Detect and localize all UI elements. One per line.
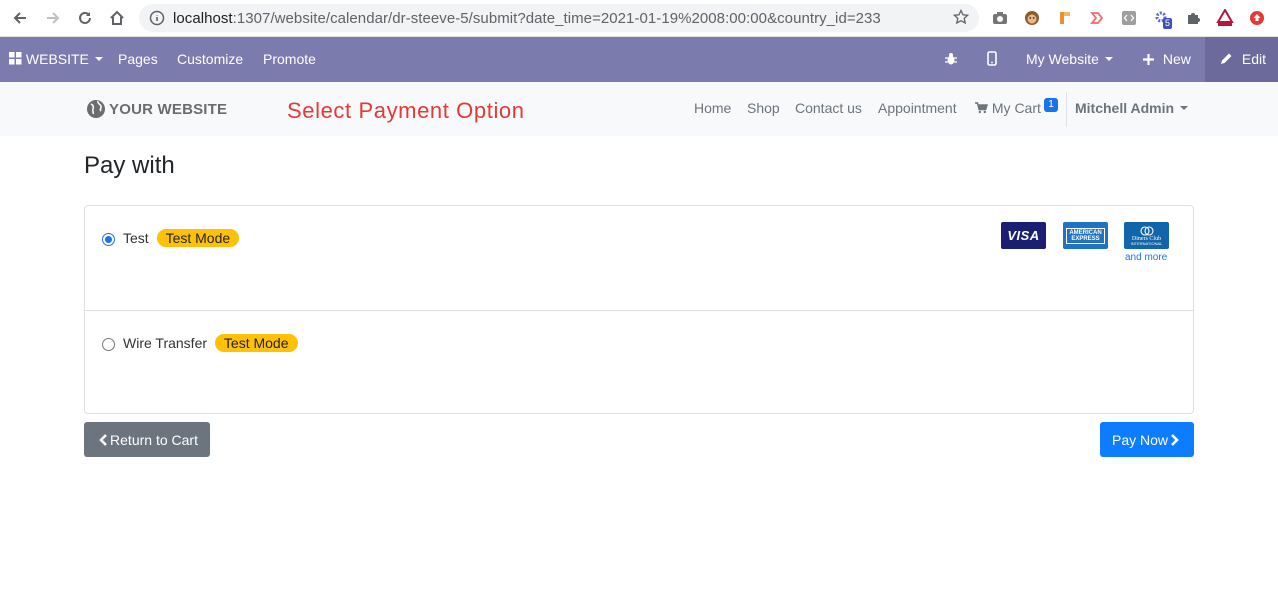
- cart-count-badge: 1: [1044, 98, 1058, 112]
- diners-circles-icon: [1139, 225, 1154, 236]
- odoo-navbar: WEBSITE Pages Customize Promote My Websi…: [0, 37, 1278, 82]
- my-website-label: My Website: [1026, 51, 1099, 67]
- arrow-extension-icon[interactable]: [1087, 8, 1107, 28]
- new-content-button[interactable]: New: [1143, 37, 1191, 82]
- apps-grid-icon: [9, 52, 22, 65]
- puzzle-icon[interactable]: [1183, 8, 1203, 28]
- payment-option-test[interactable]: Test Test Mode VISA AMERICAN EXPRESS Din…: [85, 206, 1193, 310]
- test-mode-badge: Test Mode: [156, 229, 240, 247]
- test-mode-badge: Test Mode: [214, 334, 298, 352]
- caret-down-icon: [1104, 57, 1113, 62]
- reload-icon[interactable]: [72, 5, 98, 31]
- debug-bug-icon[interactable]: [944, 37, 958, 82]
- star-icon[interactable]: [952, 8, 970, 30]
- return-to-cart-label: Return to Cart: [110, 431, 198, 448]
- payment-option-label: Test Test Mode: [123, 229, 240, 247]
- amex-line2: EXPRESS: [1071, 235, 1100, 242]
- nav-divider: [1066, 92, 1067, 127]
- caret-down-icon: [1180, 106, 1189, 111]
- website-menu-label: WEBSITE: [25, 51, 89, 67]
- camera-icon[interactable]: [990, 8, 1010, 28]
- browser-toolbar: localhost:1307/website/calendar/dr-steev…: [0, 0, 1278, 37]
- axis-logo-icon[interactable]: [1215, 8, 1235, 28]
- shopping-cart-icon: [975, 102, 989, 114]
- my-website-menu[interactable]: My Website: [1026, 37, 1113, 82]
- pay-now-button[interactable]: Pay Now: [1100, 422, 1194, 457]
- nav-my-cart[interactable]: My Cart: [975, 100, 1041, 116]
- code-icon[interactable]: [1119, 8, 1139, 28]
- website-header: YOUR WEBSITE Select Payment Option Home …: [0, 82, 1278, 136]
- nav-contact-us[interactable]: Contact us: [795, 100, 862, 116]
- chevron-right-icon: [1171, 433, 1179, 446]
- option-name: Test: [123, 230, 149, 246]
- amex-icon: AMERICAN EXPRESS: [1063, 222, 1108, 249]
- home-icon[interactable]: [104, 5, 130, 31]
- option-name: Wire Transfer: [123, 335, 208, 351]
- and-more-link[interactable]: and more: [1125, 252, 1167, 263]
- payment-option-wire-transfer[interactable]: Wire Transfer Test Mode: [85, 310, 1193, 414]
- page-title: Pay with: [84, 152, 175, 179]
- nav-shop[interactable]: Shop: [747, 100, 780, 116]
- edit-button[interactable]: Edit: [1220, 37, 1266, 82]
- extension-count-badge: 5: [1163, 18, 1173, 29]
- edit-label: Edit: [1241, 51, 1267, 67]
- monkey-icon[interactable]: [1022, 8, 1042, 28]
- url-host: localhost: [173, 10, 233, 27]
- new-label: New: [1162, 51, 1191, 67]
- nav-appointment[interactable]: Appointment: [878, 100, 957, 116]
- user-menu[interactable]: Mitchell Admin: [1075, 100, 1189, 116]
- info-icon[interactable]: [149, 10, 165, 31]
- plus-icon: [1143, 54, 1154, 65]
- page-annotation-title: Select Payment Option: [287, 98, 525, 123]
- nav-home[interactable]: Home: [694, 100, 731, 116]
- caret-down-icon: [94, 57, 103, 62]
- url-text: localhost:1307/website/calendar/dr-steev…: [173, 10, 881, 27]
- user-name: Mitchell Admin: [1075, 100, 1175, 116]
- tag-icon[interactable]: [1055, 8, 1075, 28]
- website-logo[interactable]: YOUR WEBSITE: [86, 98, 227, 120]
- payment-options-card: Test Test Mode VISA AMERICAN EXPRESS Din…: [84, 205, 1194, 414]
- diners-line2: INTERNATIONAL: [1130, 240, 1163, 246]
- payment-radio-wire-transfer[interactable]: [102, 338, 115, 351]
- red-up-icon[interactable]: [1247, 8, 1267, 28]
- pages-menu[interactable]: Pages: [118, 37, 158, 82]
- mobile-preview-icon[interactable]: [987, 37, 997, 82]
- gear-extension-icon[interactable]: 5: [1152, 8, 1173, 29]
- diners-club-icon: Diners Club INTERNATIONAL: [1124, 222, 1169, 249]
- payment-radio-test[interactable]: [102, 233, 115, 246]
- pencil-icon: [1221, 53, 1232, 64]
- forward-arrow-icon[interactable]: [40, 5, 66, 31]
- globe-icon: [87, 100, 105, 118]
- url-path: :1307/website/calendar/dr-steeve-5/submi…: [232, 10, 881, 27]
- logo-text: YOUR WEBSITE: [109, 100, 228, 118]
- chevron-left-icon: [99, 433, 107, 446]
- customize-menu[interactable]: Customize: [177, 37, 243, 82]
- amex-line1: AMERICAN: [1069, 229, 1102, 236]
- promote-menu[interactable]: Promote: [263, 37, 316, 82]
- address-bar[interactable]: localhost:1307/website/calendar/dr-steev…: [139, 4, 979, 32]
- cart-label: My Cart: [991, 100, 1041, 116]
- pay-now-label: Pay Now: [1111, 431, 1169, 448]
- return-to-cart-button[interactable]: Return to Cart: [84, 422, 210, 457]
- back-arrow-icon[interactable]: [7, 5, 33, 31]
- payment-option-label: Wire Transfer Test Mode: [123, 334, 298, 352]
- website-app-menu[interactable]: WEBSITE: [9, 37, 103, 82]
- visa-icon: VISA: [1001, 222, 1046, 249]
